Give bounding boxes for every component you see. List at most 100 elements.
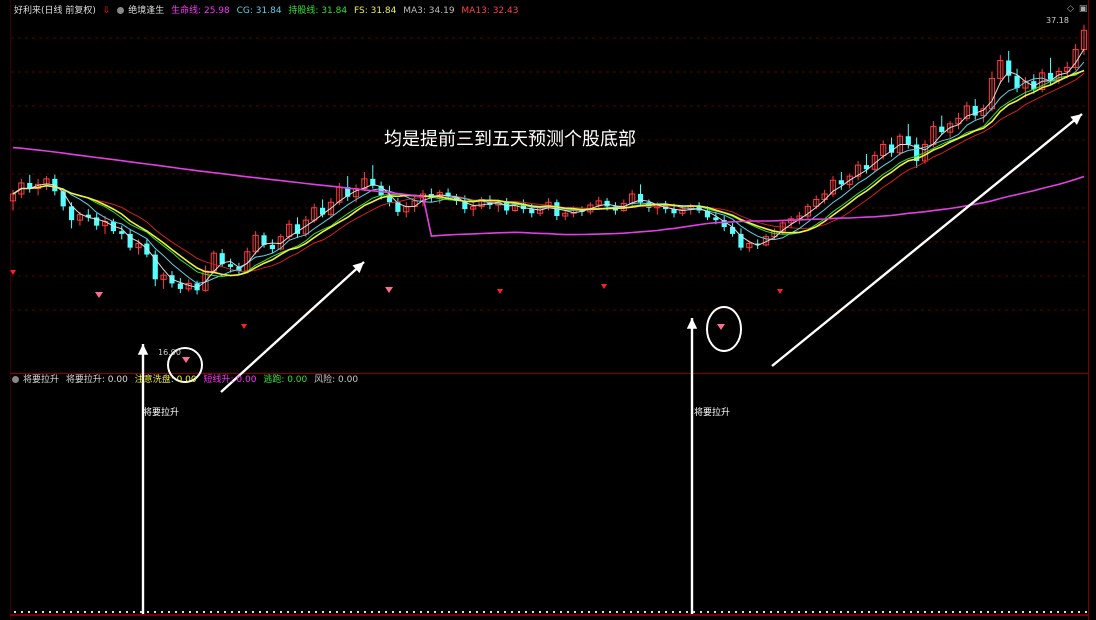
baseline-dot: [1071, 611, 1073, 613]
baseline-dot: [91, 611, 93, 613]
baseline-dot: [931, 611, 933, 613]
baseline-dot: [756, 611, 758, 613]
baseline-dot: [455, 611, 457, 613]
baseline-dot: [707, 611, 709, 613]
sub-indicator-name[interactable]: 将要拉升: [23, 375, 59, 385]
candle-body: [729, 227, 736, 234]
candle-body: [60, 191, 66, 207]
sell-arrow-icon: [777, 289, 783, 294]
baseline-dot: [266, 611, 268, 613]
baseline-dot: [1036, 611, 1038, 613]
baseline-dot: [182, 611, 184, 613]
sub-indicator-dot-icon[interactable]: [12, 376, 19, 383]
baseline-dot: [700, 611, 702, 613]
baseline-dot: [301, 611, 303, 613]
gem-icon: [182, 357, 190, 363]
chart-canvas[interactable]: [0, 0, 1096, 620]
baseline-dot: [504, 611, 506, 613]
baseline-dot: [945, 611, 947, 613]
baseline-dot: [679, 611, 681, 613]
baseline-dot: [245, 611, 247, 613]
baseline-dot: [364, 611, 366, 613]
annotation-text: 均是提前三到五天预测个股底部: [384, 129, 636, 150]
baseline-dot: [175, 611, 177, 613]
baseline-dot: [581, 611, 583, 613]
baseline-dot: [140, 611, 142, 613]
baseline-dot: [609, 611, 611, 613]
baseline-dot: [910, 611, 912, 613]
baseline-dot: [777, 611, 779, 613]
cg-value: CG: 31.84: [236, 6, 282, 16]
baseline-dot: [84, 611, 86, 613]
gem-icon: [717, 324, 725, 330]
baseline-dot: [826, 611, 828, 613]
stock-title[interactable]: 好利来(日线 前复权): [14, 6, 96, 16]
baseline-dot: [56, 611, 58, 613]
candle-body: [905, 136, 911, 145]
baseline-dot: [77, 611, 79, 613]
baseline-dot: [28, 611, 30, 613]
baseline-dot: [532, 611, 534, 613]
baseline-dot: [1029, 611, 1031, 613]
indicator-name[interactable]: 绝境逢生: [128, 6, 164, 16]
baseline-dot: [322, 611, 324, 613]
gem-icon: [385, 287, 393, 293]
baseline-dot: [35, 611, 37, 613]
baseline-dot: [966, 611, 968, 613]
baseline-dot: [721, 611, 723, 613]
baseline-dot: [805, 611, 807, 613]
main-indicator-header: 好利来(日线 前复权) ⇩ 绝境逢生 生命线: 25.98 CG: 31.84 …: [14, 5, 522, 17]
baseline-dot: [840, 611, 842, 613]
baseline-dot: [287, 611, 289, 613]
baseline-dot: [231, 611, 233, 613]
baseline-dot: [308, 611, 310, 613]
baseline-dot: [1064, 611, 1066, 613]
window-icon[interactable]: ▣: [1079, 4, 1088, 14]
jiangyao-value: 将要拉升: 0.00: [65, 375, 128, 385]
baseline-dot: [560, 611, 562, 613]
candle-body: [1047, 72, 1054, 80]
signal-label-2: 将要拉升: [694, 408, 731, 418]
baseline-dot: [511, 611, 513, 613]
baseline-dot: [21, 611, 23, 613]
baseline-dot: [672, 611, 674, 613]
baseline-dot: [994, 611, 996, 613]
baseline-dot: [168, 611, 170, 613]
baseline-dot: [105, 611, 107, 613]
baseline-dot: [294, 611, 296, 613]
baseline-dot: [476, 611, 478, 613]
baseline-dot: [154, 611, 156, 613]
baseline-dot: [49, 611, 51, 613]
baseline-dot: [441, 611, 443, 613]
trend-arrow-1: [220, 261, 365, 393]
baseline-dot: [329, 611, 331, 613]
baseline-dot: [742, 611, 744, 613]
baseline-dot: [413, 611, 415, 613]
baseline-dot: [378, 611, 380, 613]
baseline-dot: [686, 611, 688, 613]
baseline-dot: [854, 611, 856, 613]
baseline-dot: [252, 611, 254, 613]
baseline-dot: [574, 611, 576, 613]
baseline-dot: [203, 611, 205, 613]
baseline-dot: [1085, 611, 1087, 613]
baseline-dot: [483, 611, 485, 613]
diamond-icon[interactable]: ◇: [1067, 4, 1074, 14]
candle-body: [177, 283, 183, 289]
baseline-dot: [623, 611, 625, 613]
baseline-dot: [546, 611, 548, 613]
baseline-dot: [588, 611, 590, 613]
baseline-dot: [1078, 611, 1080, 613]
baseline-dot: [147, 611, 149, 613]
baseline-dot: [406, 611, 408, 613]
baseline-dot: [798, 611, 800, 613]
baseline-dot: [315, 611, 317, 613]
baseline-dot: [343, 611, 345, 613]
baseline-dot: [224, 611, 226, 613]
fengxian-value: 风险: 0.00: [314, 375, 359, 385]
indicator-dot-icon[interactable]: [117, 7, 125, 14]
baseline-dot: [903, 611, 905, 613]
candle-body: [529, 209, 535, 214]
baseline-dot: [714, 611, 716, 613]
baseline-dot: [819, 611, 821, 613]
